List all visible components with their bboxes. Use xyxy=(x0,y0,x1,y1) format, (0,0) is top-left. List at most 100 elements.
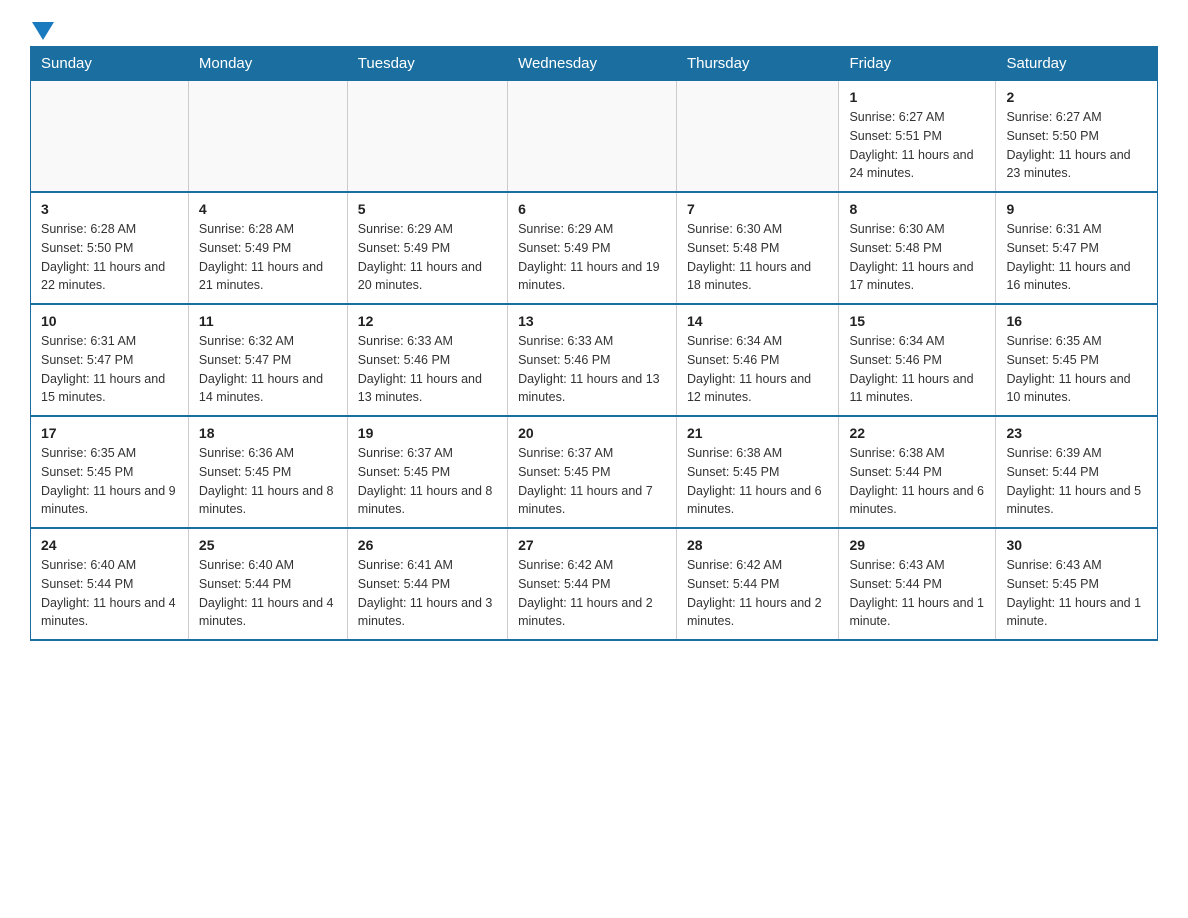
day-number: 5 xyxy=(358,201,497,217)
calendar-week-row: 1 Sunrise: 6:27 AMSunset: 5:51 PMDaylight… xyxy=(31,81,1158,193)
calendar-cell: 13 Sunrise: 6:33 AMSunset: 5:46 PMDayligh… xyxy=(508,304,677,416)
calendar-cell: 28 Sunrise: 6:42 AMSunset: 5:44 PMDayligh… xyxy=(676,528,838,640)
calendar-cell: 11 Sunrise: 6:32 AMSunset: 5:47 PMDayligh… xyxy=(188,304,347,416)
day-number: 29 xyxy=(849,537,985,553)
day-number: 24 xyxy=(41,537,178,553)
day-number: 6 xyxy=(518,201,666,217)
calendar-cell: 18 Sunrise: 6:36 AMSunset: 5:45 PMDayligh… xyxy=(188,416,347,528)
day-number: 17 xyxy=(41,425,178,441)
header-monday: Monday xyxy=(188,47,347,81)
day-info: Sunrise: 6:42 AMSunset: 5:44 PMDaylight:… xyxy=(687,556,828,631)
day-info: Sunrise: 6:27 AMSunset: 5:51 PMDaylight:… xyxy=(849,108,985,183)
calendar-cell: 12Sunrise: 6:33 AMSunset: 5:46 PMDayligh… xyxy=(347,304,507,416)
day-number: 30 xyxy=(1006,537,1147,553)
header-friday: Friday xyxy=(839,47,996,81)
day-info: Sunrise: 6:37 AMSunset: 5:45 PMDaylight:… xyxy=(518,444,666,519)
calendar-cell: 4 Sunrise: 6:28 AMSunset: 5:49 PMDaylight… xyxy=(188,192,347,304)
calendar-cell: 24 Sunrise: 6:40 AMSunset: 5:44 PMDayligh… xyxy=(31,528,189,640)
calendar-cell: 16 Sunrise: 6:35 AMSunset: 5:45 PMDayligh… xyxy=(996,304,1158,416)
header-tuesday: Tuesday xyxy=(347,47,507,81)
calendar-cell: 30Sunrise: 6:43 AMSunset: 5:45 PMDayligh… xyxy=(996,528,1158,640)
calendar-cell: 15Sunrise: 6:34 AMSunset: 5:46 PMDayligh… xyxy=(839,304,996,416)
day-info: Sunrise: 6:36 AMSunset: 5:45 PMDaylight:… xyxy=(199,444,337,519)
day-info: Sunrise: 6:30 AMSunset: 5:48 PMDaylight:… xyxy=(849,220,985,295)
day-info: Sunrise: 6:43 AMSunset: 5:44 PMDaylight:… xyxy=(849,556,985,631)
day-info: Sunrise: 6:39 AMSunset: 5:44 PMDaylight:… xyxy=(1006,444,1147,519)
calendar-cell: 5 Sunrise: 6:29 AMSunset: 5:49 PMDaylight… xyxy=(347,192,507,304)
day-number: 25 xyxy=(199,537,337,553)
day-info: Sunrise: 6:31 AMSunset: 5:47 PMDaylight:… xyxy=(1006,220,1147,295)
day-info: Sunrise: 6:38 AMSunset: 5:44 PMDaylight:… xyxy=(849,444,985,519)
calendar-cell: 14 Sunrise: 6:34 AMSunset: 5:46 PMDayligh… xyxy=(676,304,838,416)
page-header xyxy=(30,20,1158,36)
calendar-cell: 19Sunrise: 6:37 AMSunset: 5:45 PMDayligh… xyxy=(347,416,507,528)
calendar-cell: 26 Sunrise: 6:41 AMSunset: 5:44 PMDayligh… xyxy=(347,528,507,640)
calendar-cell: 2 Sunrise: 6:27 AMSunset: 5:50 PMDaylight… xyxy=(996,81,1158,193)
calendar-cell: 8 Sunrise: 6:30 AMSunset: 5:48 PMDaylight… xyxy=(839,192,996,304)
day-info: Sunrise: 6:32 AMSunset: 5:47 PMDaylight:… xyxy=(199,332,337,407)
logo xyxy=(30,20,54,36)
day-info: Sunrise: 6:31 AMSunset: 5:47 PMDaylight:… xyxy=(41,332,178,407)
calendar-cell: 3 Sunrise: 6:28 AMSunset: 5:50 PMDaylight… xyxy=(31,192,189,304)
calendar-table: SundayMondayTuesdayWednesdayThursdayFrid… xyxy=(30,46,1158,641)
calendar-cell: 17 Sunrise: 6:35 AMSunset: 5:45 PMDayligh… xyxy=(31,416,189,528)
day-number: 14 xyxy=(687,313,828,329)
calendar-cell: 21Sunrise: 6:38 AMSunset: 5:45 PMDayligh… xyxy=(676,416,838,528)
day-number: 16 xyxy=(1006,313,1147,329)
calendar-cell: 9 Sunrise: 6:31 AMSunset: 5:47 PMDaylight… xyxy=(996,192,1158,304)
day-info: Sunrise: 6:33 AMSunset: 5:46 PMDaylight:… xyxy=(358,332,497,407)
day-number: 4 xyxy=(199,201,337,217)
header-saturday: Saturday xyxy=(996,47,1158,81)
day-info: Sunrise: 6:27 AMSunset: 5:50 PMDaylight:… xyxy=(1006,108,1147,183)
day-number: 20 xyxy=(518,425,666,441)
day-number: 8 xyxy=(849,201,985,217)
calendar-cell xyxy=(347,81,507,193)
header-thursday: Thursday xyxy=(676,47,838,81)
day-info: Sunrise: 6:28 AMSunset: 5:49 PMDaylight:… xyxy=(199,220,337,295)
calendar-cell xyxy=(31,81,189,193)
day-info: Sunrise: 6:42 AMSunset: 5:44 PMDaylight:… xyxy=(518,556,666,631)
day-info: Sunrise: 6:34 AMSunset: 5:46 PMDaylight:… xyxy=(687,332,828,407)
day-number: 13 xyxy=(518,313,666,329)
day-info: Sunrise: 6:29 AMSunset: 5:49 PMDaylight:… xyxy=(518,220,666,295)
calendar-week-row: 10 Sunrise: 6:31 AMSunset: 5:47 PMDayligh… xyxy=(31,304,1158,416)
calendar-cell: 25 Sunrise: 6:40 AMSunset: 5:44 PMDayligh… xyxy=(188,528,347,640)
day-info: Sunrise: 6:41 AMSunset: 5:44 PMDaylight:… xyxy=(358,556,497,631)
day-number: 7 xyxy=(687,201,828,217)
day-number: 18 xyxy=(199,425,337,441)
day-number: 3 xyxy=(41,201,178,217)
day-number: 10 xyxy=(41,313,178,329)
calendar-cell: 10 Sunrise: 6:31 AMSunset: 5:47 PMDayligh… xyxy=(31,304,189,416)
day-number: 22 xyxy=(849,425,985,441)
logo-triangle-icon xyxy=(32,22,54,40)
day-number: 11 xyxy=(199,313,337,329)
day-info: Sunrise: 6:30 AMSunset: 5:48 PMDaylight:… xyxy=(687,220,828,295)
header-sunday: Sunday xyxy=(31,47,189,81)
day-number: 21 xyxy=(687,425,828,441)
day-info: Sunrise: 6:34 AMSunset: 5:46 PMDaylight:… xyxy=(849,332,985,407)
day-number: 2 xyxy=(1006,89,1147,105)
day-number: 28 xyxy=(687,537,828,553)
calendar-cell: 20 Sunrise: 6:37 AMSunset: 5:45 PMDayligh… xyxy=(508,416,677,528)
calendar-cell: 29 Sunrise: 6:43 AMSunset: 5:44 PMDayligh… xyxy=(839,528,996,640)
day-number: 27 xyxy=(518,537,666,553)
header-wednesday: Wednesday xyxy=(508,47,677,81)
calendar-cell: 22 Sunrise: 6:38 AMSunset: 5:44 PMDayligh… xyxy=(839,416,996,528)
day-info: Sunrise: 6:35 AMSunset: 5:45 PMDaylight:… xyxy=(41,444,178,519)
day-number: 1 xyxy=(849,89,985,105)
day-number: 26 xyxy=(358,537,497,553)
day-number: 19 xyxy=(358,425,497,441)
day-info: Sunrise: 6:35 AMSunset: 5:45 PMDaylight:… xyxy=(1006,332,1147,407)
calendar-cell: 7 Sunrise: 6:30 AMSunset: 5:48 PMDaylight… xyxy=(676,192,838,304)
day-info: Sunrise: 6:28 AMSunset: 5:50 PMDaylight:… xyxy=(41,220,178,295)
day-info: Sunrise: 6:29 AMSunset: 5:49 PMDaylight:… xyxy=(358,220,497,295)
day-number: 9 xyxy=(1006,201,1147,217)
calendar-cell xyxy=(188,81,347,193)
calendar-cell: 23 Sunrise: 6:39 AMSunset: 5:44 PMDayligh… xyxy=(996,416,1158,528)
day-info: Sunrise: 6:40 AMSunset: 5:44 PMDaylight:… xyxy=(41,556,178,631)
calendar-cell xyxy=(676,81,838,193)
day-info: Sunrise: 6:33 AMSunset: 5:46 PMDaylight:… xyxy=(518,332,666,407)
day-info: Sunrise: 6:40 AMSunset: 5:44 PMDaylight:… xyxy=(199,556,337,631)
calendar-header-row: SundayMondayTuesdayWednesdayThursdayFrid… xyxy=(31,47,1158,81)
day-number: 23 xyxy=(1006,425,1147,441)
